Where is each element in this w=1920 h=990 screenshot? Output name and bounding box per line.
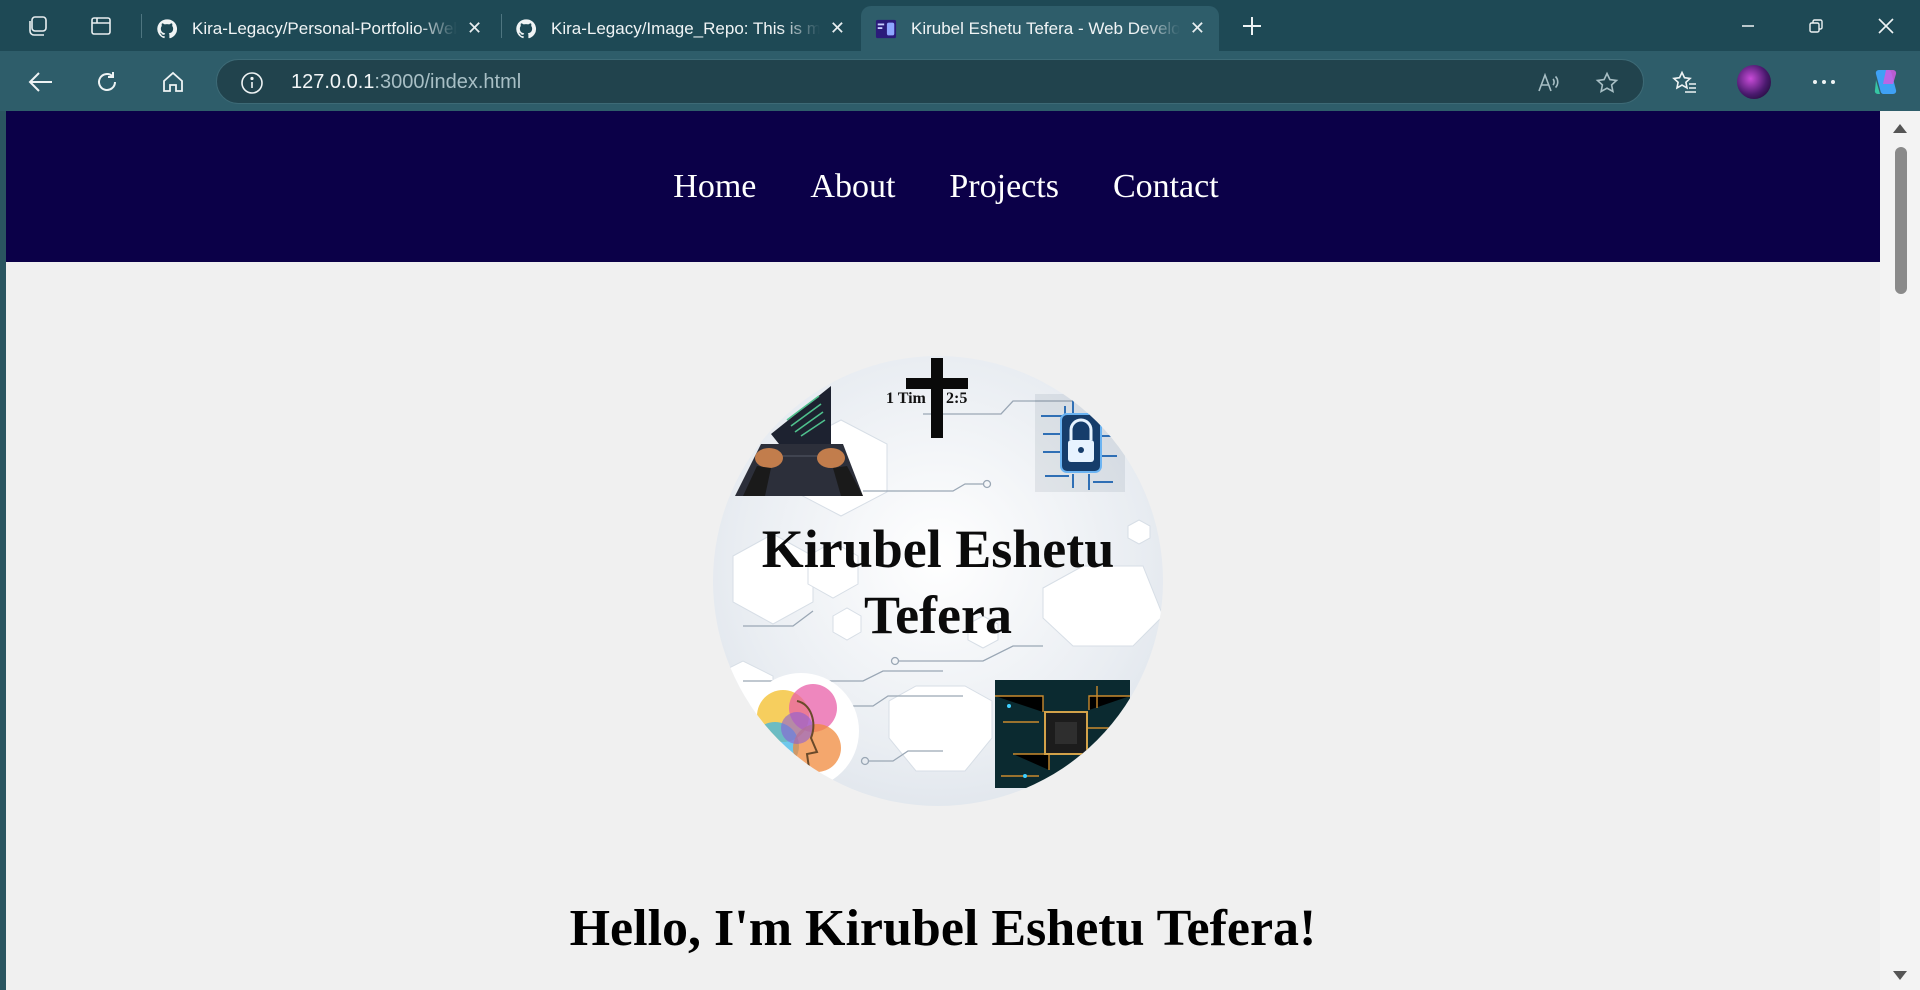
hero-name-line1: Kirubel Eshetu [761, 519, 1115, 579]
hero-name-line2: Tefera [864, 585, 1012, 645]
github-icon [156, 18, 178, 40]
close-tab-icon[interactable]: ✕ [1190, 18, 1205, 39]
circuit-board-icon [995, 680, 1130, 788]
site-info-icon[interactable] [237, 68, 267, 98]
circuit-lock-icon [1035, 394, 1125, 492]
browser-tab-strip: Kira-Legacy/Personal-Portfolio-Website ✕… [0, 0, 1920, 51]
refresh-icon[interactable] [87, 63, 127, 101]
site-navbar: Home About Projects Contact [6, 111, 1880, 262]
browser-toolbar: 127.0.0.1:3000/index.html [0, 51, 1920, 111]
favorite-star-icon[interactable] [1592, 68, 1622, 98]
scroll-up-arrow-icon[interactable] [1893, 124, 1907, 133]
restore-icon[interactable] [1788, 0, 1844, 51]
url-text[interactable]: 127.0.0.1:3000/index.html [291, 71, 521, 94]
copilot-icon[interactable] [1866, 63, 1906, 101]
tab-image-repo[interactable]: Kira-Legacy/Image_Repo: This is my image… [501, 6, 859, 51]
hero-name-heading: Kirubel Eshetu Tefera [713, 516, 1163, 648]
new-tab-icon[interactable] [1235, 9, 1269, 43]
tab-title: Kirubel Eshetu Tefera - Web Developer [911, 18, 1180, 38]
github-icon [515, 18, 537, 40]
url-path: :3000/index.html [374, 71, 522, 93]
workspaces-icon[interactable] [21, 9, 55, 43]
close-tab-icon[interactable]: ✕ [467, 18, 482, 39]
read-aloud-icon[interactable] [1533, 68, 1563, 98]
tab-actions-icon[interactable] [84, 9, 118, 43]
greeting-heading: Hello, I'm Kirubel Eshetu Tefera! [569, 900, 1317, 957]
nav-about-link[interactable]: About [810, 168, 895, 206]
page-scrollbar[interactable] [1880, 111, 1920, 990]
tab-portfolio-repo[interactable]: Kira-Legacy/Personal-Portfolio-Website ✕ [142, 6, 499, 51]
avatar [1737, 65, 1771, 99]
nav-projects-link[interactable]: Projects [949, 168, 1059, 206]
tab-title: Kira-Legacy/Image_Repo: This is my image… [551, 18, 820, 38]
favorites-icon[interactable] [1665, 63, 1705, 101]
address-bar[interactable]: 127.0.0.1:3000/index.html [216, 59, 1644, 104]
scrollbar-thumb[interactable] [1895, 147, 1907, 294]
close-window-icon[interactable] [1858, 0, 1914, 51]
more-options-icon[interactable] [1804, 63, 1844, 101]
profile-avatar[interactable] [1734, 63, 1774, 101]
nav-contact-link[interactable]: Contact [1113, 168, 1219, 206]
minimize-icon[interactable] [1720, 0, 1776, 51]
page-viewport: Home About Projects Contact 1 Tim 2:5 Ki… [6, 111, 1880, 990]
home-icon[interactable] [153, 63, 193, 101]
creative-head-icon [743, 673, 859, 789]
site-favicon-icon [875, 18, 897, 40]
close-tab-icon[interactable]: ✕ [830, 18, 845, 39]
tab-title: Kira-Legacy/Personal-Portfolio-Website [192, 18, 457, 38]
verse-reference-left: 1 Tim [886, 390, 926, 407]
profile-hero-image: 1 Tim 2:5 Kirubel Eshetu Tefera [713, 356, 1163, 806]
tab-portfolio-site[interactable]: Kirubel Eshetu Tefera - Web Developer ✕ [861, 6, 1219, 51]
back-icon[interactable] [21, 63, 61, 101]
verse-reference-right: 2:5 [946, 390, 968, 407]
nav-home-link[interactable]: Home [673, 168, 756, 206]
url-host: 127.0.0.1 [291, 71, 375, 93]
scroll-down-arrow-icon[interactable] [1893, 971, 1907, 980]
